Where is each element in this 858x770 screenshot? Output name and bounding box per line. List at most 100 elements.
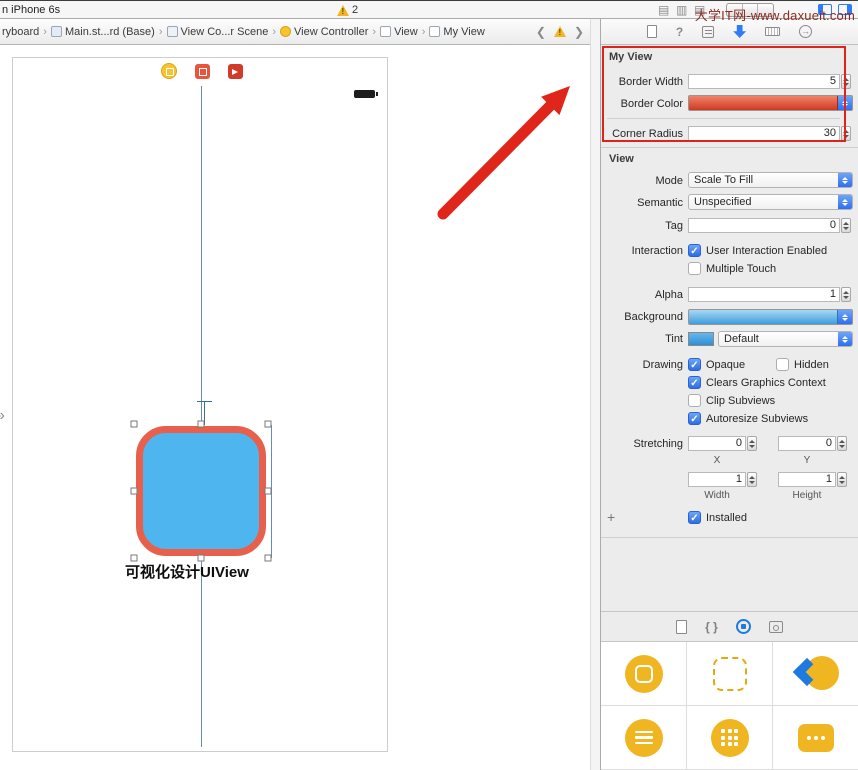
storyboard-scene[interactable]: 可视化设计UIView xyxy=(12,57,388,752)
media-library-icon[interactable] xyxy=(768,620,783,633)
stretching-x-axis-label: X xyxy=(713,455,721,466)
center-guide-line xyxy=(201,86,202,747)
border-width-field[interactable]: 5 xyxy=(688,74,840,89)
section-title-my-view: My View xyxy=(609,51,653,63)
stretching-height-field[interactable]: 1 xyxy=(778,472,836,487)
attributes-inspector-icon[interactable] xyxy=(733,25,747,38)
resize-handle-left[interactable] xyxy=(130,487,138,495)
library-item-collection-view-controller[interactable] xyxy=(687,706,773,770)
my-view-rounded-rect[interactable] xyxy=(136,426,266,556)
border-width-label: Border Width xyxy=(618,76,683,88)
interface-builder-canvas[interactable]: 可视化设计UIView xyxy=(0,45,590,770)
scene-dock xyxy=(161,63,243,79)
autoresize-subviews-checkbox[interactable] xyxy=(688,412,701,425)
dropdown-cap-icon[interactable] xyxy=(838,96,852,110)
dropdown-cap-icon[interactable] xyxy=(838,310,852,324)
alpha-stepper[interactable] xyxy=(841,287,851,302)
multiple-touch-checkbox[interactable] xyxy=(688,262,701,275)
stretching-width-stepper[interactable] xyxy=(747,472,757,487)
collection-view-controller-icon xyxy=(710,718,749,757)
run-destination-label[interactable]: n iPhone 6s xyxy=(2,4,60,16)
view-controller-icon xyxy=(280,26,292,37)
breadcrumb-view[interactable]: View xyxy=(380,26,418,38)
pane-splitter[interactable] xyxy=(590,19,600,770)
file-template-library-icon[interactable] xyxy=(676,619,688,634)
clip-subviews-checkbox[interactable] xyxy=(688,394,701,407)
forward-arrow-icon[interactable]: ❯ xyxy=(574,25,584,39)
resize-handle-right[interactable] xyxy=(264,487,272,495)
library-item-view-controller[interactable] xyxy=(601,642,687,706)
mode-popup[interactable]: Scale To Fill xyxy=(688,172,853,188)
background-color-well[interactable] xyxy=(688,309,853,325)
identity-inspector-icon[interactable] xyxy=(702,25,715,38)
issue-badge[interactable]: 2 xyxy=(337,3,358,17)
border-color-well[interactable] xyxy=(688,95,853,111)
watermark: 大学IT网-www.daxueit.com xyxy=(694,8,855,23)
popup-arrows-icon xyxy=(838,332,852,346)
tint-popup[interactable]: Default xyxy=(718,331,853,347)
resize-handle-bottom-left[interactable] xyxy=(130,554,138,562)
background-label: Background xyxy=(624,311,683,323)
border-color-label: Border Color xyxy=(620,98,683,110)
resize-handle-top[interactable] xyxy=(197,420,205,428)
add-variation-button[interactable]: + xyxy=(607,509,615,525)
quick-help-icon[interactable]: ? xyxy=(676,25,683,39)
stretching-label: Stretching xyxy=(633,438,683,450)
navigation-back-icon xyxy=(792,654,839,694)
breadcrumb-view-controller[interactable]: View Controller xyxy=(280,26,368,38)
back-arrow-icon[interactable]: ❮ xyxy=(536,25,546,39)
view-controller-icon[interactable] xyxy=(161,63,177,79)
installed-checkbox[interactable] xyxy=(688,511,701,524)
code-snippet-library-icon[interactable]: { } xyxy=(705,620,718,634)
library-item-storyboard-reference[interactable] xyxy=(687,642,773,706)
section-divider xyxy=(601,147,858,148)
library-item-navigation-back[interactable] xyxy=(773,642,858,706)
page-control-icon xyxy=(798,723,834,752)
file-inspector-icon[interactable] xyxy=(646,25,657,38)
warning-icon[interactable] xyxy=(553,26,566,37)
stretching-y-field[interactable]: 0 xyxy=(778,436,836,451)
multiple-touch-checkbox-label: Multiple Touch xyxy=(706,263,777,275)
clears-graphics-checkbox[interactable] xyxy=(688,376,701,389)
interaction-label: Interaction xyxy=(631,245,683,257)
stretching-y-axis-label: Y xyxy=(803,455,811,466)
tint-color-swatch[interactable] xyxy=(688,332,714,346)
semantic-popup[interactable]: Unspecified xyxy=(688,194,853,210)
corner-radius-field[interactable]: 30 xyxy=(688,126,840,141)
stretching-height-stepper[interactable] xyxy=(837,472,847,487)
connections-inspector-icon[interactable]: → xyxy=(799,25,813,38)
tag-field[interactable]: 0 xyxy=(688,218,840,233)
breadcrumb-scene[interactable]: View Co...r Scene xyxy=(166,26,268,38)
resize-handle-top-right[interactable] xyxy=(264,420,272,428)
resize-handle-bottom-right[interactable] xyxy=(264,554,272,562)
stretching-width-field[interactable]: 1 xyxy=(688,472,746,487)
editor-list-icon[interactable]: ▤ xyxy=(658,3,669,17)
stretching-y-stepper[interactable] xyxy=(837,436,847,451)
alpha-field[interactable]: 1 xyxy=(688,287,840,302)
clears-graphics-checkbox-label: Clears Graphics Context xyxy=(706,377,826,389)
border-width-stepper[interactable] xyxy=(841,74,851,89)
resize-handle-top-left[interactable] xyxy=(130,420,138,428)
tag-stepper[interactable] xyxy=(841,218,851,233)
user-interaction-checkbox[interactable] xyxy=(688,244,701,257)
opaque-checkbox[interactable] xyxy=(688,358,701,371)
library-item-table-view-controller[interactable] xyxy=(601,706,687,770)
resize-handle-bottom[interactable] xyxy=(197,554,205,562)
library-item-page-control[interactable] xyxy=(773,706,858,770)
first-responder-icon[interactable] xyxy=(195,64,210,79)
chevron-separator-icon: › xyxy=(158,25,163,38)
exit-icon[interactable] xyxy=(228,64,243,79)
hidden-checkbox[interactable] xyxy=(776,358,789,371)
breadcrumb-my-view[interactable]: My View xyxy=(429,26,485,38)
object-library-icon[interactable] xyxy=(735,619,751,634)
editor-columns-icon[interactable]: ▥ xyxy=(676,3,687,17)
corner-radius-stepper[interactable] xyxy=(841,126,851,141)
breadcrumb-storyboard[interactable]: ryboard xyxy=(2,26,39,38)
section-divider xyxy=(601,537,858,538)
collapsed-navigator-icon[interactable] xyxy=(0,407,5,425)
size-inspector-icon[interactable] xyxy=(765,27,781,36)
stretching-x-field[interactable]: 0 xyxy=(688,436,746,451)
chevron-separator-icon: › xyxy=(272,25,277,38)
breadcrumb-main-storyboard[interactable]: Main.st...rd (Base) xyxy=(50,26,155,38)
stretching-x-stepper[interactable] xyxy=(747,436,757,451)
